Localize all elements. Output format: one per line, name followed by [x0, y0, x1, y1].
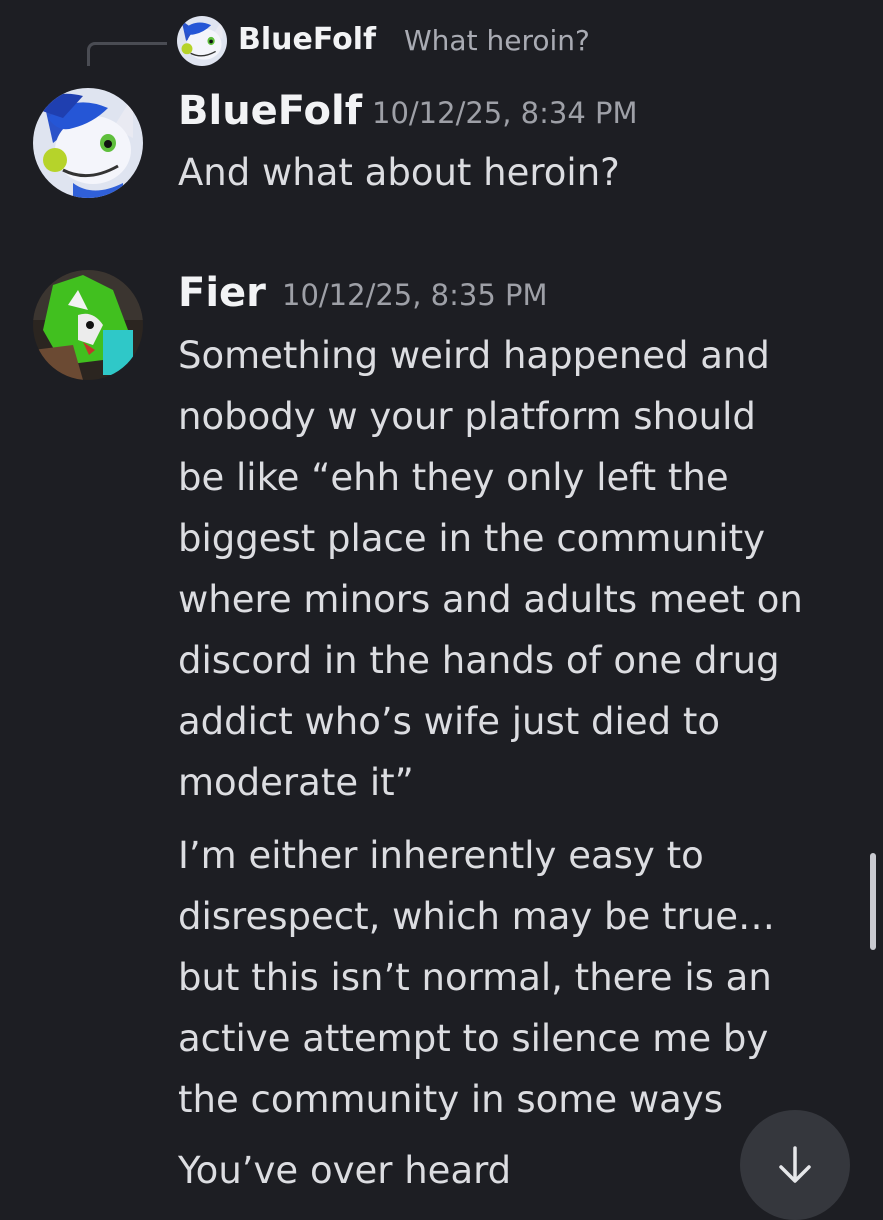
message-text: Something weird happened and nobody w yo…	[178, 334, 803, 804]
bluefolf-avatar[interactable]	[33, 88, 143, 198]
scrollbar-thumb[interactable]	[870, 853, 876, 950]
fier-avatar-image	[33, 270, 143, 380]
message-timestamp: 10/12/25, 8:34 PM	[372, 96, 638, 130]
reply-connector-line	[87, 42, 167, 66]
message-timestamp: 10/12/25, 8:35 PM	[282, 278, 548, 312]
reply-preview-text[interactable]: What heroin?	[404, 24, 590, 57]
fier-avatar[interactable]	[33, 270, 143, 380]
message-text: I’m either inherently easy to disrespect…	[178, 834, 775, 1121]
reply-avatar[interactable]	[177, 16, 227, 66]
jump-to-latest-button[interactable]	[740, 1110, 850, 1220]
message-username[interactable]: BlueFolf	[178, 88, 362, 134]
message-text: And what about heroin?	[178, 151, 620, 194]
arrow-down-icon	[779, 1146, 811, 1183]
message-username[interactable]: Fier	[178, 270, 266, 316]
bluefolf-avatar-image	[33, 88, 143, 198]
reply-username[interactable]: BlueFolf	[238, 22, 376, 57]
bluefolf-avatar-image	[177, 16, 227, 66]
